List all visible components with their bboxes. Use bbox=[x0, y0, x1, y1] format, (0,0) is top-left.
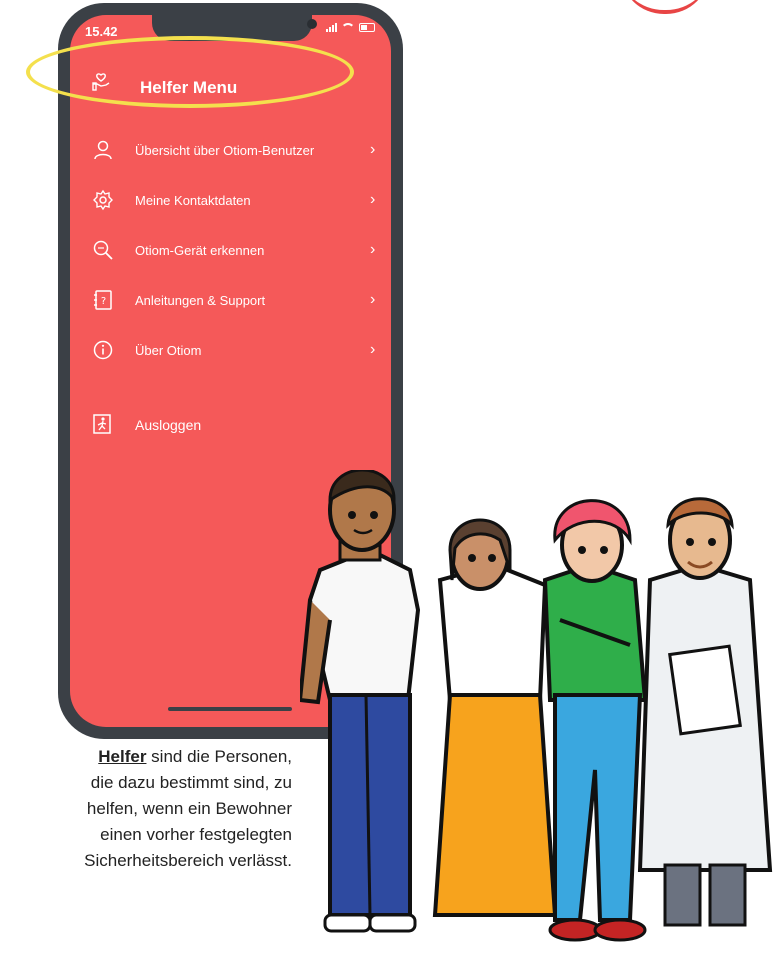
svg-text:?: ? bbox=[101, 296, 106, 307]
gear-icon bbox=[93, 189, 113, 211]
search-icon bbox=[93, 240, 113, 260]
menu-item-label: Anleitungen & Support bbox=[135, 293, 266, 308]
menu-item-label: Übersicht über Otiom-Benutzer bbox=[135, 143, 315, 158]
chevron-right-icon: › bbox=[370, 191, 376, 208]
menu-item-about[interactable]: Über Otiom › bbox=[70, 333, 391, 373]
chevron-right-icon: › bbox=[370, 141, 376, 158]
menu-item-label: Otiom-Gerät erkennen bbox=[135, 243, 265, 258]
user-icon bbox=[94, 140, 112, 160]
menu-item-label: Über Otiom bbox=[135, 343, 202, 358]
person-woman-orange-illustration bbox=[432, 518, 558, 917]
people-illustration bbox=[300, 470, 773, 942]
logout-icon bbox=[93, 414, 111, 434]
person-man-illustration bbox=[300, 470, 421, 933]
camera-icon bbox=[307, 19, 317, 29]
chevron-right-icon: › bbox=[370, 291, 376, 308]
chevron-right-icon: › bbox=[370, 241, 376, 258]
menu-item-contact-details[interactable]: Meine Kontaktdaten › bbox=[70, 183, 391, 223]
caption-line-2: die dazu bestimmt sind, zu bbox=[90, 773, 292, 792]
status-time: 15.42 bbox=[85, 24, 118, 39]
menu-item-label: Meine Kontaktdaten bbox=[135, 193, 251, 208]
menu-item-users-overview[interactable]: Übersicht über Otiom-Benutzer › bbox=[70, 133, 391, 173]
signal-icon bbox=[326, 23, 337, 32]
caption-text: Helfer sind die Personen, die dazu besti… bbox=[0, 744, 292, 874]
info-icon bbox=[93, 340, 113, 360]
caption-line-3: helfen, wenn ein Bewohner bbox=[86, 799, 292, 818]
menu-item-logout[interactable]: Ausloggen bbox=[70, 407, 391, 447]
decorative-arc bbox=[620, 0, 710, 14]
status-icons bbox=[326, 23, 375, 32]
menu-item-guides-support[interactable]: ? Anleitungen & Support › bbox=[70, 283, 391, 323]
caption-line-1: sind die Personen, bbox=[146, 747, 292, 766]
caption-term: Helfer bbox=[98, 747, 147, 766]
caption-line-5: Sicherheitsbereich verlässt. bbox=[84, 851, 292, 870]
help-book-icon: ? bbox=[94, 290, 112, 310]
person-doctor-illustration bbox=[637, 497, 773, 927]
wifi-icon bbox=[341, 23, 355, 32]
battery-icon bbox=[359, 23, 375, 32]
person-woman-green-illustration bbox=[542, 499, 648, 942]
menu-item-detect-device[interactable]: Otiom-Gerät erkennen › bbox=[70, 233, 391, 273]
chevron-right-icon: › bbox=[370, 341, 376, 358]
menu-item-label: Ausloggen bbox=[135, 417, 202, 433]
caption-line-4: einen vorher festgelegten bbox=[100, 825, 292, 844]
home-indicator bbox=[168, 707, 292, 711]
highlight-ellipse bbox=[26, 36, 354, 108]
